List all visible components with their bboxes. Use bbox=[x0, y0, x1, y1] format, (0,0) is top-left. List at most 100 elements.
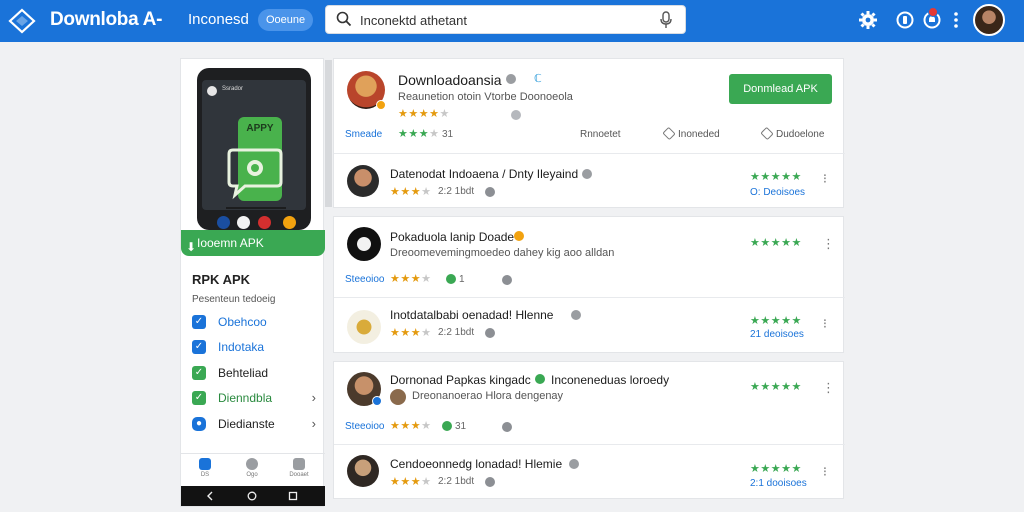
more-icon[interactable] bbox=[946, 10, 966, 30]
info-icon[interactable] bbox=[506, 74, 516, 84]
dock-app-icon bbox=[217, 216, 230, 229]
top-app-bar: Downloba A- Inconesd Ooeune bbox=[0, 0, 1024, 42]
system-nav-bar bbox=[181, 486, 325, 506]
download-apk-button[interactable]: ⬇ Iooemn APK bbox=[181, 230, 325, 256]
scrollbar[interactable] bbox=[325, 60, 332, 207]
toggle-icon[interactable]: ● bbox=[192, 417, 206, 431]
phone-preview: Ssrador APPY bbox=[197, 68, 311, 230]
recents-icon[interactable] bbox=[288, 491, 298, 501]
app-card-label: APPY bbox=[246, 123, 274, 134]
nav-title[interactable]: Inconesd bbox=[188, 11, 249, 28]
app-title[interactable]: Pokaduola lanip Doade bbox=[390, 230, 514, 244]
checkbox-icon[interactable]: ✓ bbox=[192, 340, 206, 354]
search-bar[interactable] bbox=[325, 5, 686, 34]
app-title[interactable]: Dornonad Papkas kingadc bbox=[390, 373, 531, 387]
share-icon bbox=[662, 126, 676, 141]
menu-item-label: Behteliad bbox=[218, 366, 269, 380]
search-icon bbox=[336, 11, 352, 27]
divider bbox=[334, 153, 845, 154]
divider bbox=[334, 444, 845, 445]
star-rating: ★★★★★ bbox=[750, 381, 802, 393]
avatar[interactable] bbox=[347, 455, 379, 487]
apps-icon bbox=[199, 458, 211, 470]
settings-icon[interactable] bbox=[858, 10, 878, 30]
help-icon[interactable] bbox=[895, 10, 915, 30]
bookmark-button[interactable]: Dudoelone bbox=[760, 126, 825, 141]
avatar[interactable] bbox=[347, 227, 381, 261]
rating-link[interactable]: Steeoioo bbox=[345, 421, 384, 432]
share-button[interactable]: Inoneded bbox=[662, 126, 720, 141]
app-detail-panel: Ssrador APPY ⬇ Iooemn APK RPK APK Pesent… bbox=[180, 58, 325, 507]
reviews-link[interactable]: 21 deoisoes bbox=[750, 329, 804, 340]
divider bbox=[334, 297, 845, 298]
meta-text: 2:2 1bdt bbox=[438, 476, 475, 487]
phone-divider bbox=[226, 207, 286, 209]
star-rating: ★★★★ bbox=[398, 128, 440, 140]
reviews-link[interactable]: 2:1 dooisoes bbox=[750, 478, 807, 489]
app-subtitle: Reaunetion otoin Vtorbe Doonoeola bbox=[398, 91, 573, 103]
bottom-nav-item[interactable]: Dooaet bbox=[285, 458, 313, 478]
app-subtitle: Dreoomevemingmoedeo dahey kig aoo alldan bbox=[390, 247, 615, 259]
rating-link[interactable]: Steeoioo bbox=[345, 274, 384, 285]
menu-item[interactable]: ● Diedianste › bbox=[192, 415, 316, 435]
info-icon[interactable] bbox=[485, 328, 495, 338]
checkbox-icon[interactable]: ✓ bbox=[192, 366, 206, 380]
nav-pill-button[interactable]: Ooeune bbox=[258, 9, 314, 31]
info-icon[interactable] bbox=[485, 477, 495, 487]
mic-icon[interactable] bbox=[659, 11, 673, 29]
back-icon bbox=[207, 86, 217, 96]
info-icon[interactable] bbox=[502, 275, 512, 285]
star-rating: ★★★★ bbox=[390, 476, 432, 488]
avatar[interactable] bbox=[347, 310, 381, 344]
panel-subheading: Pesenteun tedoeig bbox=[192, 294, 276, 305]
meta-text: 1 bbox=[459, 274, 465, 285]
menu-item[interactable]: ✓ Behteliad bbox=[192, 364, 316, 384]
menu-item[interactable]: ✓ Dienndbla › bbox=[192, 389, 316, 409]
app-title[interactable]: Inotdatalbabi oenadad! Hlenne bbox=[390, 308, 553, 322]
kebab-icon[interactable]: ⋮ bbox=[822, 381, 835, 394]
link-icon[interactable]: ℂ bbox=[534, 72, 542, 85]
reviews-link[interactable]: O: Deoisoes bbox=[750, 187, 805, 198]
verified-icon bbox=[571, 310, 581, 320]
bookmark-label: Dudoelone bbox=[776, 129, 825, 140]
star-rating: ★★★★ bbox=[390, 273, 432, 285]
menu-item[interactable]: ✓ Obehcoo bbox=[192, 313, 316, 333]
star-rating: ★★★★★ bbox=[750, 463, 802, 475]
avatar[interactable] bbox=[347, 165, 379, 197]
verified-icon bbox=[442, 421, 452, 431]
checkbox-icon[interactable]: ✓ bbox=[192, 315, 206, 329]
bottom-nav-item[interactable]: DS bbox=[191, 458, 219, 478]
checkbox-icon[interactable]: ✓ bbox=[192, 391, 206, 405]
featured-app-card: Downloadoansia ℂ Reaunetion otoin Vtorbe… bbox=[333, 58, 845, 208]
avatar[interactable] bbox=[973, 4, 1005, 36]
download-apk-button[interactable]: Donmlead APK bbox=[729, 74, 832, 104]
home-icon[interactable] bbox=[247, 491, 257, 501]
search-input[interactable] bbox=[360, 10, 640, 30]
star-rating: ★★★★★ bbox=[398, 108, 450, 120]
kebab-icon[interactable]: ⁝ bbox=[820, 465, 830, 478]
kebab-icon[interactable]: ⋮ bbox=[822, 237, 835, 250]
app-title[interactable]: Datenodat Indoaena / Dnty Ileyaind bbox=[390, 167, 578, 181]
info-icon[interactable] bbox=[502, 422, 512, 432]
kebab-icon[interactable]: ⁝ bbox=[820, 317, 830, 330]
verified-icon bbox=[376, 100, 386, 110]
rating-count: 31 bbox=[442, 129, 454, 140]
menu-item-label: Obehcoo bbox=[218, 315, 267, 329]
menu-item-label: Indotaka bbox=[218, 340, 265, 354]
chevron-right-icon: › bbox=[311, 390, 316, 405]
kebab-icon[interactable]: ⁝ bbox=[820, 172, 830, 185]
app-title[interactable]: Downloadoansia bbox=[398, 72, 502, 88]
brand-name[interactable]: Downloba A- bbox=[50, 9, 162, 31]
info-icon[interactable] bbox=[511, 110, 521, 120]
chevron-right-icon: › bbox=[311, 416, 316, 431]
bottom-nav-item[interactable]: Ogo bbox=[238, 458, 266, 478]
info-icon[interactable] bbox=[485, 187, 495, 197]
logo-icon[interactable] bbox=[8, 8, 36, 34]
back-icon[interactable] bbox=[205, 491, 215, 501]
action-link[interactable]: Rnnoetet bbox=[580, 129, 621, 140]
rating-link[interactable]: Smeade bbox=[345, 129, 382, 140]
star-rating: ★★★★ bbox=[390, 186, 432, 198]
menu-item[interactable]: ✓ Indotaka bbox=[192, 338, 316, 358]
app-title[interactable]: Cendoeonnedg lonadad! Hlemie bbox=[390, 457, 562, 471]
chat-bubble-icon bbox=[227, 148, 283, 200]
